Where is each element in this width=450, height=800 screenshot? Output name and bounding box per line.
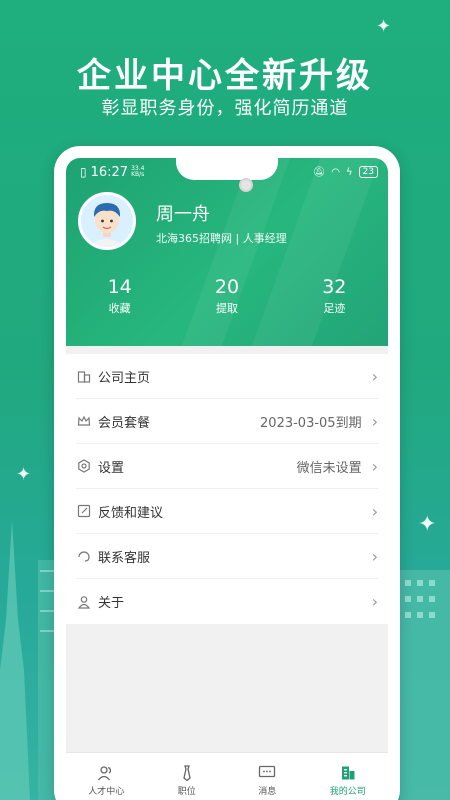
chevron-right-icon: › [371, 366, 378, 386]
avatar-illustration [81, 195, 133, 247]
stat-label: 足迹 [323, 302, 346, 315]
menu-item-about[interactable]: 关于 › [76, 579, 378, 624]
promo-subtitle: 彰显职务身份，强化简历通道 [101, 98, 349, 119]
chevron-right-icon: › [371, 501, 378, 521]
menu-item-company-home[interactable]: 公司主页 › [76, 354, 378, 399]
stat-label: 收藏 [108, 302, 131, 315]
tab-label: 我的公司 [329, 786, 366, 797]
headset-icon [76, 548, 92, 564]
menu-item-label: 关于 [98, 596, 125, 611]
stat-extracted[interactable]: 20 提取 [173, 276, 280, 316]
chevron-right-icon: › [371, 546, 378, 566]
people-icon [98, 765, 112, 780]
status-time: 16:27 [90, 164, 129, 180]
menu-item-label: 反馈和建议 [98, 505, 164, 521]
avatar[interactable] [78, 192, 136, 250]
app-screen: ▯ 16:27 33.4 KB/s 🔕︎ ◠ ϟ 23 周一舟 北海365招聘网… [66, 158, 388, 800]
chevron-right-icon: › [371, 456, 378, 476]
menu-item-feedback[interactable]: 反馈和建议 › [76, 489, 378, 534]
user-company-position: 北海365招聘网 | 人事经理 [156, 232, 287, 245]
sparkle-icon: ✦ [16, 464, 32, 485]
tab-label: 职位 [177, 786, 196, 797]
stats-row: 14 收藏 20 提取 32 足迹 [66, 276, 388, 316]
tab-messages[interactable]: 消息 [227, 753, 308, 800]
membership-expiry: 2023-03-05到期 [260, 415, 362, 431]
stat-footprints[interactable]: 32 足迹 [281, 276, 388, 316]
stat-value: 20 [214, 276, 240, 298]
menu-item-label: 公司主页 [98, 370, 151, 386]
stat-value: 14 [107, 276, 132, 298]
sparkle-icon: ✦ [376, 16, 392, 37]
network-speed-unit: KB/s [131, 171, 145, 178]
gear-icon [76, 458, 92, 474]
chevron-right-icon: › [371, 592, 378, 611]
battery-icon: 23 [358, 166, 378, 178]
wifi-icon: ◠ [331, 166, 340, 178]
menu-item-label: 联系客服 [98, 550, 151, 566]
building-icon [76, 368, 92, 384]
bottom-tab-bar: 人才中心 职位 消息 我的公司 [66, 752, 388, 800]
edit-icon [76, 503, 92, 519]
person-icon [76, 594, 92, 610]
menu-item-membership[interactable]: 会员套餐 2023-03-05到期 › [76, 399, 378, 444]
profile-header: ▯ 16:27 33.4 KB/s 🔕︎ ◠ ϟ 23 周一舟 北海365招聘网… [66, 158, 388, 346]
menu-item-settings[interactable]: 设置 微信未设置 › [76, 444, 378, 489]
charging-icon: ϟ [345, 166, 353, 178]
crown-icon [76, 413, 92, 429]
phone-frame: ▯ 16:27 33.4 KB/s 🔕︎ ◠ ϟ 23 周一舟 北海365招聘网… [54, 146, 400, 800]
tab-talent-center[interactable]: 人才中心 [66, 753, 147, 800]
chat-icon [259, 765, 276, 777]
stat-favorites[interactable]: 14 收藏 [66, 276, 173, 316]
stat-label: 提取 [215, 302, 238, 315]
tab-my-company[interactable]: 我的公司 [308, 753, 389, 800]
mute-icon: 🔕︎ [312, 166, 326, 178]
sim-icon: ▯ [80, 165, 87, 179]
chevron-right-icon: › [371, 411, 378, 431]
promo-title: 企业中心全新升级 [77, 56, 373, 96]
status-bar: ▯ 16:27 33.4 KB/s 🔕︎ ◠ ϟ 23 [80, 164, 378, 180]
stat-value: 32 [322, 276, 347, 298]
wechat-status: 微信未设置 [296, 460, 362, 476]
tie-icon [183, 764, 191, 781]
tab-positions[interactable]: 职位 [147, 753, 228, 800]
network-speed: 33.4 KB/s [131, 166, 144, 178]
settings-menu: 公司主页 › 会员套餐 2023-03-05到期 › 设置 微信未设置 › 反馈… [66, 354, 388, 624]
tab-label: 消息 [258, 786, 277, 797]
menu-item-customer-service[interactable]: 联系客服 › [76, 534, 378, 579]
camera-icon [239, 178, 253, 192]
tab-label: 人才中心 [88, 786, 125, 797]
user-name: 周一舟 [156, 204, 210, 225]
company-icon [341, 766, 355, 779]
menu-item-label: 会员套餐 [98, 415, 151, 431]
menu-item-label: 设置 [98, 460, 125, 476]
